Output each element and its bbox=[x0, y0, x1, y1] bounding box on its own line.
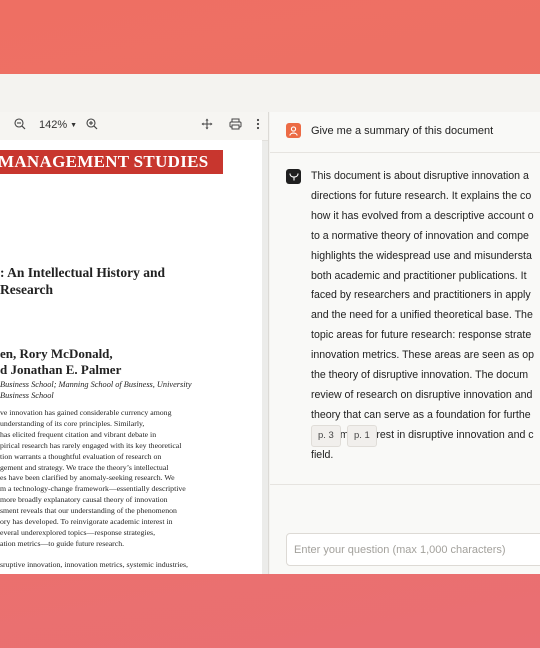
abstract-line: gement and strategy. We trace the theory… bbox=[0, 462, 169, 472]
answer-line: directions for future research. It expla… bbox=[311, 189, 532, 202]
answer-line: and the need for a unified theoretical b… bbox=[311, 309, 533, 322]
abstract-line: ory has developed. To reinvigorate acade… bbox=[0, 517, 173, 527]
journal-banner: MANAGEMENT STUDIES bbox=[0, 150, 223, 174]
answer-line: how it has evolved from a descriptive ac… bbox=[311, 209, 534, 222]
abstract-line: has elicited frequent citation and vibra… bbox=[0, 429, 157, 439]
answer-line: to a normative theory of innovation and … bbox=[311, 229, 529, 242]
assistant-logo-icon bbox=[286, 169, 301, 184]
abstract-line: ve innovation has gained considerable cu… bbox=[0, 408, 172, 417]
affiliation-line: Business School bbox=[0, 391, 54, 400]
journal-banner-text: MANAGEMENT STUDIES bbox=[0, 152, 209, 171]
abstract-line: m a technology-change framework—essentia… bbox=[0, 484, 186, 494]
answer-line: topic areas for future research: respons… bbox=[311, 329, 532, 342]
pdf-page: MANAGEMENT STUDIES : An Intellectual His… bbox=[0, 140, 262, 574]
answer-line: faced by researchers and practitioners i… bbox=[311, 289, 531, 302]
paper-authors-line: d Jonathan E. Palmer bbox=[0, 362, 122, 377]
answer-line: This document is about disruptive innova… bbox=[311, 170, 529, 182]
app-window: 142% ▼ MANAGEMENT STUDIES : An Intellect… bbox=[0, 74, 540, 574]
answer-line: field. bbox=[311, 448, 334, 461]
paper-abstract: ve innovation has gained considerable cu… bbox=[0, 408, 262, 550]
abstract-line: everal underexplored topics—response str… bbox=[0, 527, 156, 537]
paper-keywords: sruptive innovation, innovation metrics,… bbox=[0, 560, 188, 569]
answer-line: academic interest in disruptive innovati… bbox=[311, 428, 534, 441]
user-icon bbox=[286, 123, 301, 138]
citation-page-1[interactable]: p. 1 bbox=[347, 425, 377, 447]
zoom-out-icon[interactable] bbox=[14, 118, 26, 130]
paper-authors-line: en, Rory McDonald, bbox=[0, 346, 113, 361]
answer-line: review of research on disruptive innovat… bbox=[311, 388, 533, 401]
print-icon[interactable] bbox=[229, 118, 242, 130]
abstract-line: sment reveals that our understanding of … bbox=[0, 506, 177, 516]
user-message: Give me a summary of this document bbox=[270, 112, 540, 153]
divider bbox=[270, 484, 540, 485]
answer-line: both academic and practitioner publicati… bbox=[311, 269, 527, 282]
pdf-viewer: 142% ▼ MANAGEMENT STUDIES : An Intellect… bbox=[0, 112, 269, 574]
user-question: Give me a summary of this document bbox=[311, 125, 494, 137]
move-icon[interactable] bbox=[201, 118, 213, 130]
citation-page-3[interactable]: p. 3 bbox=[311, 425, 341, 447]
assistant-answer: This document is about disruptive innova… bbox=[311, 167, 540, 466]
chevron-down-icon: ▼ bbox=[70, 121, 78, 129]
paper-authors: en, Rory McDonald, d Jonathan E. Palmer bbox=[0, 346, 121, 378]
app-top-bar bbox=[0, 74, 540, 112]
paper-title-line: Research bbox=[0, 282, 53, 297]
paper-affiliation: Business School; Manning School of Busin… bbox=[0, 379, 192, 401]
paper-title: : An Intellectual History and Research bbox=[0, 264, 165, 298]
question-input-box bbox=[286, 533, 540, 566]
answer-line: the theory of disruptive innovation. The… bbox=[311, 369, 529, 382]
paper-title-line: : An Intellectual History and bbox=[0, 265, 166, 280]
more-vertical-icon[interactable] bbox=[256, 118, 260, 130]
zoom-value: 142% bbox=[39, 119, 68, 131]
viewer-toolbar: 142% ▼ bbox=[0, 112, 268, 141]
chat-panel: Give me a summary of this document This … bbox=[270, 112, 540, 574]
answer-line: highlights the widespread use and misund… bbox=[311, 249, 532, 262]
answer-line: innovation metrics. These areas are seen… bbox=[311, 349, 534, 362]
abstract-line: es have been clarified by anomaly-seekin… bbox=[0, 473, 175, 483]
abstract-line: tion warrants a thoughtful evaluation of… bbox=[0, 451, 162, 461]
affiliation-line: Business School; Manning School of Busin… bbox=[0, 380, 192, 389]
zoom-in-icon[interactable] bbox=[86, 118, 98, 130]
abstract-line: understanding of its core principles. Si… bbox=[0, 418, 145, 428]
question-input[interactable] bbox=[287, 534, 540, 565]
zoom-level[interactable]: 142% ▼ bbox=[39, 119, 77, 131]
abstract-line: more broadly explanatory causal theory o… bbox=[0, 495, 168, 505]
answer-line: theory that can serve as a foundation fo… bbox=[311, 408, 531, 421]
abstract-line: pirical research has rarely engaged with… bbox=[0, 440, 182, 450]
abstract-line: ation metrics—to guide future research. bbox=[0, 538, 125, 548]
